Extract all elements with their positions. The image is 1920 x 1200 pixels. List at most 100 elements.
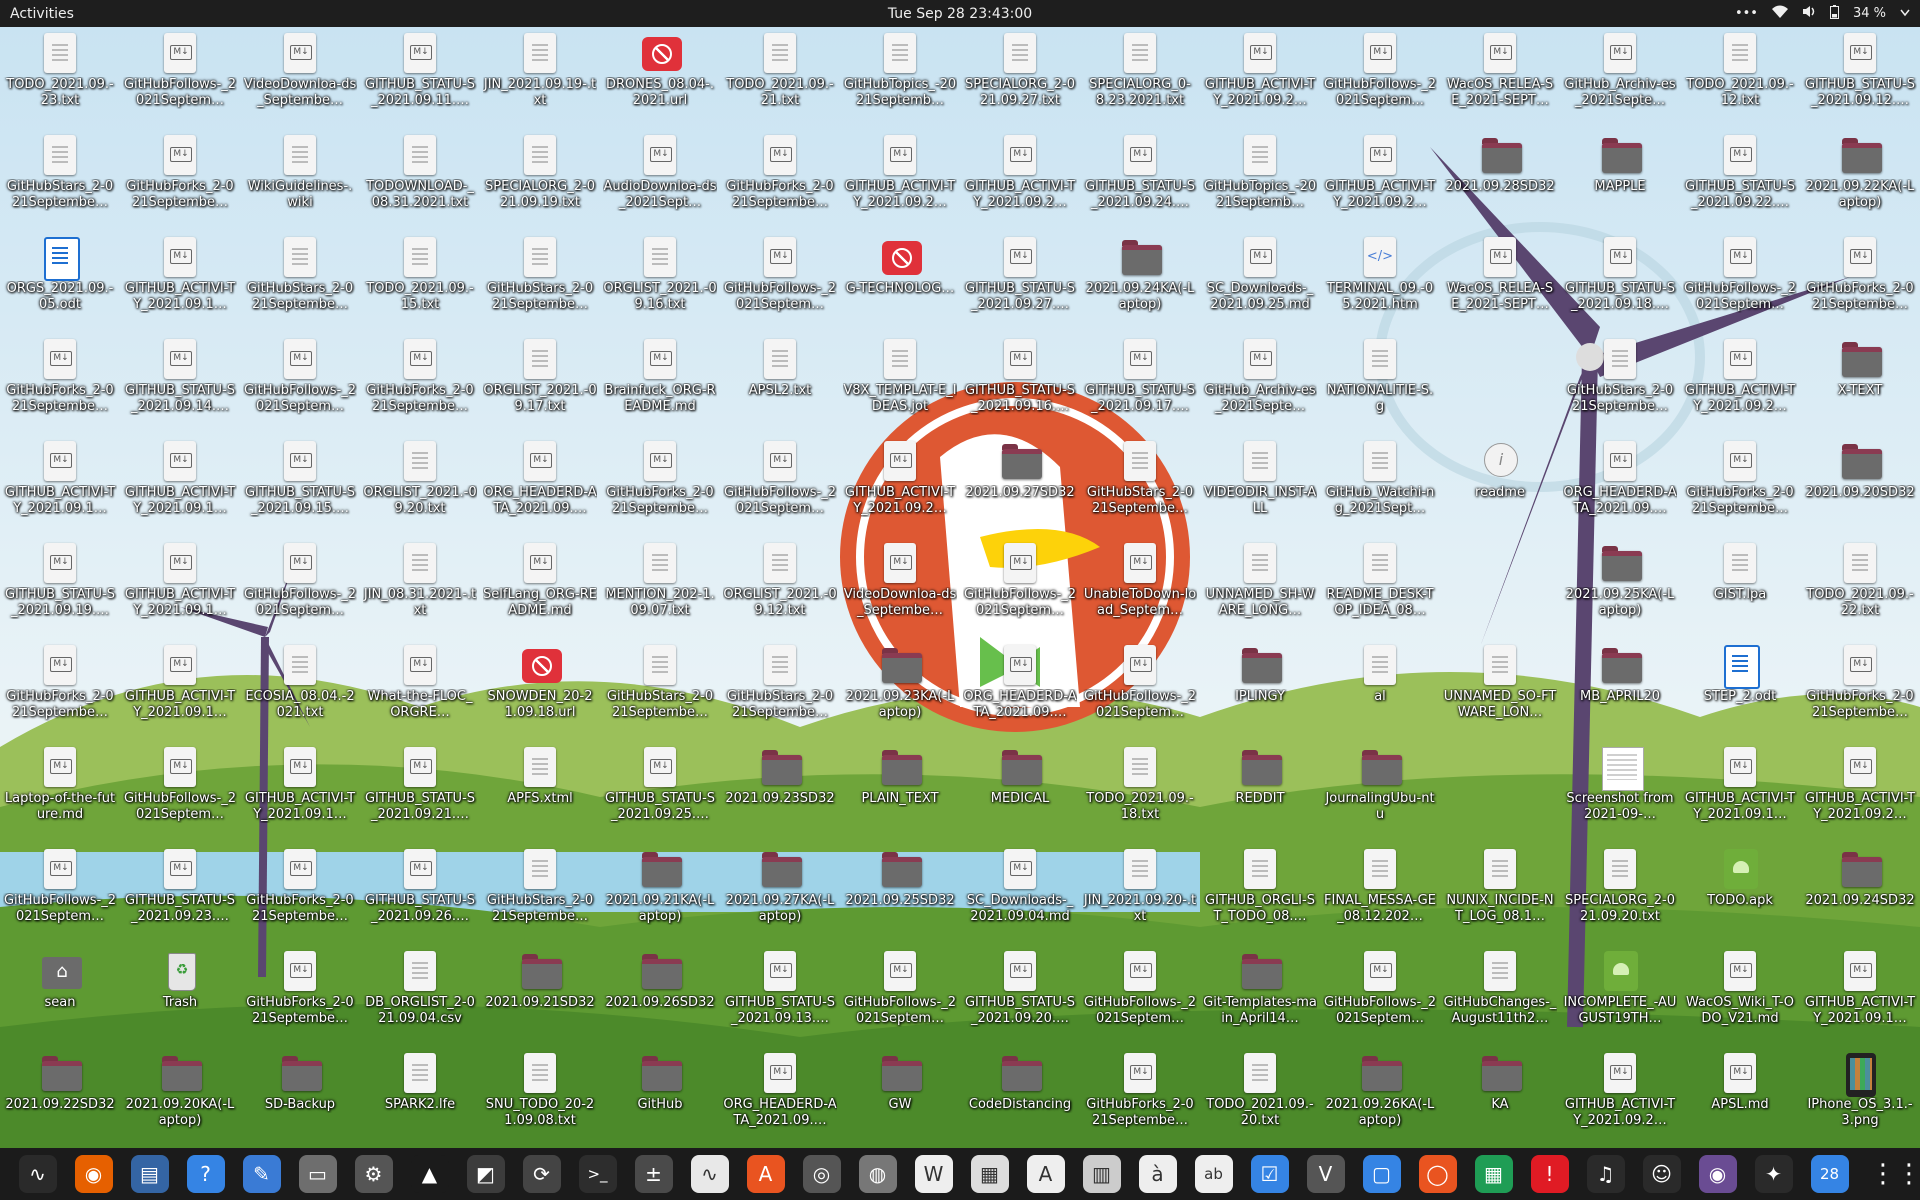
desktop-item[interactable]: WacOS_RELEA-SE_2021-SEPT…	[1442, 231, 1558, 331]
calendar-icon[interactable]: 28	[1810, 1155, 1849, 1193]
desktop-item[interactable]: GIST.lpa	[1682, 537, 1798, 637]
desktop-item[interactable]: GITHUB_STATU-S_2021.09.13.…	[722, 945, 838, 1045]
desktop-item[interactable]: sean	[2, 945, 118, 1045]
desktop-item[interactable]: V8X_TEMPLAT-E_IDEAS.jot	[842, 333, 958, 433]
desktop-item[interactable]: IPhone_OS_3.1.-3.png	[1802, 1047, 1918, 1147]
desktop-item[interactable]: SPECIALORG_2-021.09.20.txt	[1562, 843, 1678, 943]
desktop-item[interactable]: ORGLIST_2021.-09.17.txt	[482, 333, 598, 433]
desktop-item[interactable]: JIN_08.31.2021-.txt	[362, 537, 478, 637]
desktop-item[interactable]: JIN_2021.09.20-.txt	[1082, 843, 1198, 943]
desktop-item[interactable]: GITHUB_ACTIVI-TY_2021.09.2…	[1202, 27, 1318, 127]
desktop-item[interactable]: GITHUB_STATU-S_2021.09.21.…	[362, 741, 478, 841]
desktop-item[interactable]: GitHubForks_2-021Septembe…	[122, 129, 238, 229]
desktop-item[interactable]: TODO_2021.09.-15.txt	[362, 231, 478, 331]
dictionary-icon[interactable]: ab	[1194, 1155, 1233, 1193]
todo-icon[interactable]: ☑	[1250, 1155, 1289, 1193]
desktop-item[interactable]: MAPPLE	[1562, 129, 1678, 229]
desktop-item[interactable]: GITHUB_ACTIVI-TY_2021.09.2…	[1682, 333, 1798, 433]
desktop-item[interactable]: TODO_2021.09.-23.txt	[2, 27, 118, 127]
desktop-item[interactable]: ORGS_2021.09.-05.odt	[2, 231, 118, 331]
font-viewer-icon[interactable]: A	[1026, 1155, 1065, 1193]
help-icon[interactable]: ?	[186, 1155, 225, 1193]
desktop-item[interactable]: GW	[842, 1047, 958, 1147]
desktop-item[interactable]: UNNAMED_SH-WARE_LONG…	[1202, 537, 1318, 637]
desktop-item[interactable]: 2021.09.25SD32	[842, 843, 958, 943]
desktop-item[interactable]: GitHub	[602, 1047, 718, 1147]
desktop-item[interactable]: ORG_HEADERD-ATA_2021.09.…	[722, 1047, 838, 1147]
desktop-item[interactable]: GitHubStars_2-021Septembe…	[1562, 333, 1678, 433]
desktop-item[interactable]: GITHUB_STATU-S_2021.09.19.…	[2, 537, 118, 637]
desktop-item[interactable]: SD-Backup	[242, 1047, 358, 1147]
desktop-item[interactable]: TODO_2021.09.-20.txt	[1202, 1047, 1318, 1147]
desktop-item[interactable]: APFS.xtml	[482, 741, 598, 841]
alert-icon[interactable]: !	[1530, 1155, 1569, 1193]
vim-icon[interactable]: V	[1306, 1155, 1345, 1193]
desktop-item[interactable]: GitHubFollows-_2021Septem…	[842, 945, 958, 1045]
desktop-item[interactable]: CodeDistancing	[962, 1047, 1078, 1147]
desktop-item[interactable]: KA	[1442, 1047, 1558, 1147]
desktop-item[interactable]: GITHUB_ACTIVI-TY_2021.09.2…	[842, 129, 958, 229]
system-monitor-graph-icon[interactable]: ∿	[690, 1155, 729, 1193]
desktop-item[interactable]: ORG_HEADERD-ATA_2021.09.…	[482, 435, 598, 535]
battery-percent[interactable]: 34 %	[1853, 6, 1886, 21]
desktop-item[interactable]: SPARK2.lfe	[362, 1047, 478, 1147]
desktop-item[interactable]: MENTION_202-1.09.07.txt	[602, 537, 718, 637]
desktop-item[interactable]: GITHUB_STATU-S_2021.09.26.…	[362, 843, 478, 943]
desktop-item[interactable]: NUNIX_INCIDE-NT_LOG_08.1…	[1442, 843, 1558, 943]
cheese-camera-icon[interactable]: ◉	[1698, 1155, 1737, 1193]
desktop-item[interactable]: DB_ORGLIST_2-021.09.04.csv	[362, 945, 478, 1045]
desktop-item[interactable]: GitHub_Watchi-ng_2021Sept…	[1322, 435, 1438, 535]
desktop-item[interactable]: X-TEXT	[1802, 333, 1918, 433]
desktop-item[interactable]: TODO_2021.09.-18.txt	[1082, 741, 1198, 841]
power-menu-icon[interactable]	[1900, 6, 1910, 21]
desktop-item[interactable]: Laptop-of-the-future.md	[2, 741, 118, 841]
desktop-item[interactable]: ORGLIST_2021.-09.16.txt	[602, 231, 718, 331]
desktop-item[interactable]: GitHubForks_2-021Septembe…	[1082, 1047, 1198, 1147]
desktop-item[interactable]: PLAIN_TEXT	[842, 741, 958, 841]
desktop-item[interactable]: G-TECHNOLOG…	[842, 231, 958, 331]
desktop-item[interactable]: 2021.09.24KA(-Laptop)	[1082, 231, 1198, 331]
desktop-item[interactable]: GitHubFollows-_2021Septem…	[1082, 639, 1198, 739]
desktop-item[interactable]: STEP_2.odt	[1682, 639, 1798, 739]
calculator-icon[interactable]: ±	[634, 1155, 673, 1193]
desktop-item[interactable]: 2021.09.28SD32	[1442, 129, 1558, 229]
desktop-item[interactable]: WacOS_Wiki_T-ODO_V21.md	[1682, 945, 1798, 1045]
settings-icon[interactable]: ⚙	[354, 1155, 393, 1193]
character-map-icon[interactable]: à	[1138, 1155, 1177, 1193]
desktop-item[interactable]: 2021.09.27KA(-Laptop)	[722, 843, 838, 943]
desktop-item[interactable]: GitHubStars_2-021Septembe…	[242, 231, 358, 331]
document-viewer-icon[interactable]: ▤	[130, 1155, 169, 1193]
desktop-item[interactable]: IPLINGY	[1202, 639, 1318, 739]
show-applications-icon[interactable]: ⋮⋮⋮	[1870, 1155, 1920, 1193]
clock[interactable]: Tue Sep 28 23:43:00	[888, 6, 1032, 22]
desktop-item[interactable]: WikiGuidelines-.wiki	[242, 129, 358, 229]
desktop-item[interactable]: GITHUB_ACTIVI-TY_2021.09.1…	[1682, 741, 1798, 841]
text-editor-icon[interactable]: ✎	[242, 1155, 281, 1193]
desktop-item[interactable]: GITHUB_STATU-S_2021.09.15.…	[242, 435, 358, 535]
desktop-item[interactable]: WacOS_RELEA-SE_2021-SEPT…	[1442, 27, 1558, 127]
desktop-item[interactable]: GitHubChanges-_August11th2…	[1442, 945, 1558, 1045]
desktop-item[interactable]: GitHubFollows-_2021Septem…	[1082, 945, 1198, 1045]
desktop-item[interactable]: ORG_HEADERD-ATA_2021.09.…	[1562, 435, 1678, 535]
desktop-item[interactable]: GitHubTopics_-2021Septemb…	[842, 27, 958, 127]
volume-icon[interactable]	[1802, 5, 1816, 22]
desktop-item[interactable]: 2021.09.27SD32	[962, 435, 1078, 535]
desktop-item[interactable]: SelfLang_ORG-README.md	[482, 537, 598, 637]
desktop-item[interactable]: GitHub_Archiv-es_2021Septe…	[1562, 27, 1678, 127]
desktop-item[interactable]: GitHubFollows-_2021Septem…	[122, 741, 238, 841]
desktop-item[interactable]: VideoDownloa-ds_Septembe…	[842, 537, 958, 637]
desktop-item[interactable]: 2021.09.26SD32	[602, 945, 718, 1045]
system-tray[interactable]: ••• 34 %	[1735, 4, 1910, 23]
desktop-item[interactable]: TODO.apk	[1682, 843, 1798, 943]
desktop-item[interactable]: README_DESK-TOP_IDEA_08…	[1322, 537, 1438, 637]
desktop-item[interactable]: SPECIALORG_0-8.23.2021.txt	[1082, 27, 1198, 127]
desktop-item[interactable]: SNOWDEN_20-21.09.18.url	[482, 639, 598, 739]
desktop-item[interactable]: GITHUB_STATU-S_2021.09.24.…	[1082, 129, 1198, 229]
desktop-item[interactable]: GITHUB_ACTIVI-TY_2021.09.1…	[122, 231, 238, 331]
desktop-item[interactable]: GitHubForks_2-021Septembe…	[1802, 639, 1918, 739]
satellite-icon[interactable]: ✦	[1754, 1155, 1793, 1193]
screenshot-icon[interactable]: ◎	[802, 1155, 841, 1193]
desktop-item[interactable]: GITHUB_ACTIVI-TY_2021.09.2…	[962, 129, 1078, 229]
desktop-item[interactable]: 2021.09.20SD32	[1802, 435, 1918, 535]
desktop-item[interactable]: REDDIT	[1202, 741, 1318, 841]
